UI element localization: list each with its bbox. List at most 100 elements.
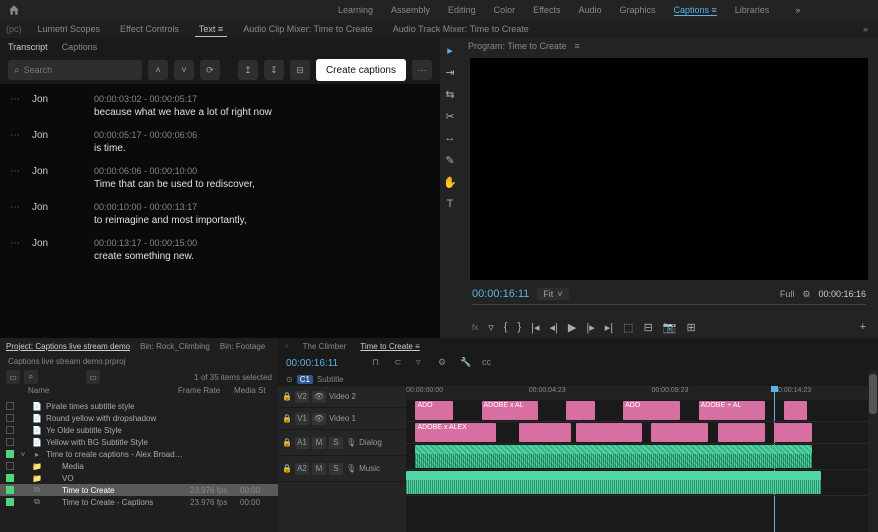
project-item[interactable]: 📄Ye Olde subtitle Style [0, 424, 278, 436]
resolution-dropdown[interactable]: Full [780, 289, 795, 299]
add-marker-icon[interactable]: ▿ [488, 321, 494, 334]
source-tab[interactable]: Text ≡ [195, 22, 227, 37]
program-ruler[interactable] [472, 304, 866, 316]
mark-in-icon[interactable]: { [504, 321, 508, 333]
workspace-assembly[interactable]: Assembly [391, 5, 430, 16]
project-item[interactable]: 📁Media [0, 460, 278, 472]
workspace-color[interactable]: Color [494, 5, 516, 16]
transcript-text[interactable]: create something new. [94, 251, 197, 262]
track-toggle[interactable]: M [312, 437, 326, 449]
timeline-area[interactable]: 00:00:00:0000:00:04:2300:00:09:2300:00:1… [406, 386, 878, 532]
lock-icon[interactable]: 🔒 [282, 392, 292, 401]
project-tab[interactable]: Project: Captions live stream demo [6, 342, 130, 351]
type-tool-icon[interactable]: T [443, 198, 457, 212]
marker-icon[interactable]: ▿ [416, 357, 428, 369]
project-item[interactable]: ⧉Time to Create - Captions23.976 fps00:0… [0, 496, 278, 508]
track-toggle[interactable]: M [312, 463, 326, 475]
linked-selection-icon[interactable]: ⊂ [394, 357, 406, 369]
timeline-track[interactable] [406, 470, 878, 496]
track-target[interactable]: V1 [295, 413, 309, 425]
subtab-captions[interactable]: Captions [62, 42, 98, 52]
step-back-icon[interactable]: ◂| [550, 321, 558, 334]
project-item[interactable]: 📁VO [0, 472, 278, 484]
search-input[interactable]: ⌕ Search [8, 60, 142, 80]
clip[interactable] [784, 401, 808, 420]
settings-icon[interactable]: ⚙ [802, 289, 810, 300]
fit-dropdown[interactable]: Fit ˅ [537, 288, 568, 300]
label-color[interactable] [6, 474, 14, 482]
button-editor-icon[interactable]: + [860, 321, 866, 333]
wrench-icon[interactable]: 🔧 [460, 357, 472, 369]
prev-button[interactable]: ˄ [148, 60, 168, 80]
track-target[interactable]: A1 [295, 437, 309, 449]
disclosure-icon[interactable]: ˅ [18, 450, 28, 459]
program-viewer[interactable] [470, 58, 868, 280]
source-tab[interactable]: Effect Controls [116, 22, 183, 37]
timeline-track[interactable]: ADOADOBE x ALADOADOBE + AL [406, 400, 878, 422]
extract-icon[interactable]: ⊟ [644, 321, 653, 334]
play-icon[interactable]: ▶ [568, 321, 576, 334]
project-tab[interactable]: Bin: Rock_Climbing [140, 342, 210, 351]
selection-tool-icon[interactable]: ▸ [443, 44, 457, 58]
snap-icon[interactable]: ⊓ [372, 357, 384, 369]
clip[interactable]: ADO [623, 401, 680, 420]
timeline-track[interactable]: ADOBE x ALEX [406, 422, 878, 444]
filter-icon[interactable]: ⌕ [24, 370, 38, 384]
project-item[interactable]: 📄Yellow with BG Subtitle Style [0, 436, 278, 448]
clip[interactable] [406, 471, 821, 494]
home-icon[interactable] [8, 4, 20, 16]
new-bin-icon[interactable]: ▭ [86, 370, 100, 384]
label-color[interactable] [6, 438, 14, 446]
go-out-icon[interactable]: ▸| [605, 321, 613, 334]
program-menu-icon[interactable]: ≡ [575, 41, 580, 51]
razor-tool-icon[interactable]: ✂ [443, 110, 457, 124]
drag-handle-icon[interactable]: ⋯ [10, 94, 20, 118]
drag-handle-icon[interactable]: ⋯ [10, 238, 20, 262]
refresh-button[interactable]: ⟳ [200, 60, 220, 80]
clip[interactable] [718, 423, 765, 442]
workspace-libraries[interactable]: Libraries [735, 5, 770, 16]
transcript-text[interactable]: is time. [94, 143, 197, 154]
ripple-edit-tool-icon[interactable]: ⇆ [443, 88, 457, 102]
track-select-tool-icon[interactable]: ⇥ [443, 66, 457, 80]
drag-handle-icon[interactable]: ⋯ [10, 166, 20, 190]
lock-icon[interactable]: 🔒 [282, 414, 292, 423]
step-fwd-icon[interactable]: |▸ [586, 321, 594, 334]
mark-out-icon[interactable]: } [517, 321, 521, 333]
clip[interactable]: ADOBE x AL [482, 401, 539, 420]
label-color[interactable] [6, 402, 14, 410]
clip[interactable] [576, 423, 642, 442]
more-options-button[interactable]: ⋯ [412, 60, 432, 80]
sequence-tab[interactable]: Time to Create ≡ [360, 342, 420, 351]
label-color[interactable] [6, 414, 14, 422]
transcript-row[interactable]: ⋯Jon00:00:10:00 - 00:00:13:17to reimagin… [0, 196, 440, 232]
project-item[interactable]: ˅▸Time to create captions - Alex Broadst… [0, 448, 278, 460]
lock-icon[interactable]: 🔒 [282, 438, 292, 447]
insert-below-button[interactable]: ↧ [264, 60, 284, 80]
timeline-ruler[interactable]: 00:00:00:0000:00:04:2300:00:09:2300:00:1… [406, 386, 878, 400]
track-toggle[interactable]: 👁 [312, 391, 326, 403]
track-header[interactable]: 🔒V1👁Video 1 [278, 408, 406, 430]
timeline-track[interactable] [406, 444, 878, 470]
cc-badge[interactable]: C1 [297, 375, 313, 384]
track-header[interactable]: 🔒V2👁Video 2 [278, 386, 406, 408]
transcript-row[interactable]: ⋯Jon00:00:05:17 - 00:00:06:06is time. [0, 124, 440, 160]
project-item[interactable]: ⧉Time to Create23.976 fps00:00 [0, 484, 278, 496]
workspace-graphics[interactable]: Graphics [619, 5, 655, 16]
slip-tool-icon[interactable]: ↔ [443, 132, 457, 146]
label-color[interactable] [6, 426, 14, 434]
track-toggle[interactable]: 👁 [312, 413, 326, 425]
clip[interactable]: ADOBE + AL [699, 401, 765, 420]
split-button[interactable]: ⊟ [290, 60, 310, 80]
clip[interactable] [651, 423, 708, 442]
subtab-transcript[interactable]: Transcript [8, 42, 48, 52]
lift-icon[interactable]: ⬚ [623, 321, 633, 334]
solo-toggle[interactable]: S [329, 463, 343, 475]
settings-icon[interactable]: ⚙ [438, 357, 450, 369]
workspace-learning[interactable]: Learning [338, 5, 373, 16]
clip[interactable] [774, 423, 812, 442]
source-tab[interactable]: Audio Clip Mixer: Time to Create [239, 22, 377, 37]
go-in-icon[interactable]: |◂ [531, 321, 539, 334]
record-icon[interactable]: 🎙 [346, 464, 356, 473]
caption-track-toggle[interactable]: ⊙ [286, 375, 293, 384]
